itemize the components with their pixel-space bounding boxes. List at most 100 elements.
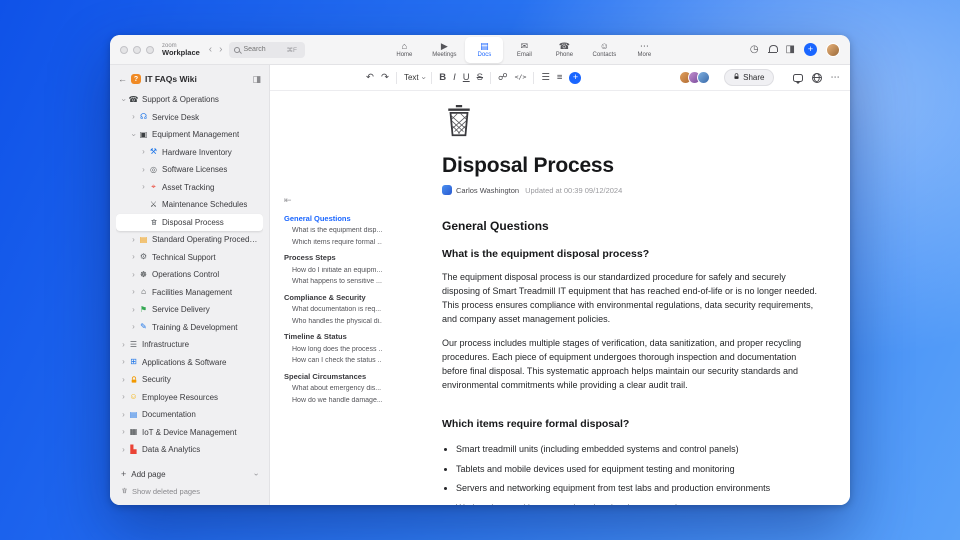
sidebar-item-iot-device-management[interactable]: › ▦ IoT & Device Management (116, 424, 263, 442)
sidebar-item-asset-tracking[interactable]: › ⌖ Asset Tracking (116, 179, 263, 197)
chevron-right-icon[interactable]: › (129, 288, 138, 296)
add-page-button[interactable]: + Add page › (116, 465, 263, 483)
chevron-right-icon[interactable]: › (119, 340, 128, 349)
history-icon[interactable]: ◷ (750, 44, 759, 55)
bold-button[interactable]: B (439, 73, 446, 83)
section-heading[interactable]: General Questions (442, 219, 820, 233)
outline-collapse-icon[interactable]: ⇤ (284, 195, 382, 206)
outline-compliance-security[interactable]: Compliance & Security (284, 293, 382, 302)
sidebar-item-service-desk[interactable]: › ☊ Service Desk (116, 109, 263, 127)
italic-button[interactable]: I (453, 73, 456, 83)
nav-item-meetings[interactable]: ▶ Meetings (425, 37, 463, 63)
outline-how-long-does-the-process[interactable]: How long does the process ... (284, 346, 382, 353)
chevron-right-icon[interactable]: › (129, 323, 138, 331)
chevron-right-icon[interactable]: › (119, 358, 128, 366)
nav-item-email[interactable]: ✉ Email (505, 37, 543, 63)
close-button[interactable] (120, 45, 128, 54)
sidebar-item-standard-operating-procedures[interactable]: › ▤ Standard Operating Procedures (116, 231, 263, 249)
chevron-right-icon[interactable]: › (139, 148, 148, 156)
chevron-right-icon[interactable]: › (119, 393, 128, 401)
outline-special-circumstances[interactable]: Special Circumstances (284, 372, 382, 381)
chevron-down-icon[interactable]: › (130, 130, 139, 139)
paragraph-1[interactable]: The equipment disposal process is our st… (442, 270, 820, 326)
user-avatar[interactable] (826, 42, 840, 57)
question-heading-1[interactable]: What is the equipment disposal process? (442, 248, 820, 260)
back-button[interactable]: ‹ (209, 44, 212, 55)
back-arrow-icon[interactable]: ← (118, 74, 127, 84)
minimize-button[interactable] (133, 45, 141, 54)
outline-how-do-we-handle-damage[interactable]: How do we handle damage... (284, 397, 382, 404)
sidebar-item-service-delivery[interactable]: › ⚑ Service Delivery (116, 301, 263, 319)
chevron-right-icon[interactable]: › (119, 428, 128, 436)
chevron-right-icon[interactable]: › (129, 113, 138, 121)
nav-item-more[interactable]: ⋯ More (625, 37, 663, 63)
sidebar-collapse-icon[interactable]: ◨ (252, 74, 261, 85)
sidebar-item-maintenance-schedules[interactable]: ⚔ Maintenance Schedules (116, 196, 263, 214)
chevron-right-icon[interactable]: › (139, 183, 148, 191)
sidebar-item-support-operations[interactable]: › ☎ Support & Operations (116, 91, 263, 109)
strikethrough-button[interactable]: S (477, 73, 483, 83)
document-trash-emoji-icon[interactable] (444, 103, 820, 142)
sidebar-item-disposal-process[interactable]: Disposal Process (116, 213, 263, 231)
insert-button[interactable]: + (569, 71, 582, 84)
sidebar-item-employee-resources[interactable]: › ☺ Employee Resources (116, 389, 263, 407)
question-heading-2[interactable]: Which items require formal disposal? (442, 418, 820, 430)
outline-what-documentation-is-req[interactable]: What documentation is req... (284, 306, 382, 313)
outline-what-happens-to-sensitive[interactable]: What happens to sensitive ... (284, 278, 382, 285)
bullet-list-icon[interactable]: ☰ (541, 73, 550, 83)
sidebar-item-operations-control[interactable]: › ☸ Operations Control (116, 266, 263, 284)
outline-which-items-require-formal[interactable]: Which items require formal ... (284, 239, 382, 246)
maximize-button[interactable] (146, 45, 154, 54)
chevron-right-icon[interactable]: › (119, 410, 128, 419)
sidebar-item-applications-software[interactable]: › ⊞ Applications & Software (116, 354, 263, 372)
sidebar-item-facilities-management[interactable]: › ⌂ Facilities Management (116, 284, 263, 302)
nav-item-home[interactable]: ⌂ Home (385, 37, 423, 63)
outline-general-questions[interactable]: General Questions (284, 214, 382, 223)
show-deleted-pages-button[interactable]: Show deleted pages (116, 483, 263, 499)
chevron-right-icon[interactable]: › (129, 305, 138, 314)
sidebar-item-training-development[interactable]: › ✎ Training & Development (116, 319, 263, 337)
sidebar-item-infrastructure[interactable]: › ☰ Infrastructure (116, 336, 263, 354)
sidebar-item-technical-support[interactable]: › ⚙ Technical Support (116, 249, 263, 267)
outline-timeline-status[interactable]: Timeline & Status (284, 332, 382, 341)
chevron-right-icon[interactable]: › (129, 253, 138, 261)
share-button[interactable]: Share (724, 69, 774, 86)
sidebar-item-data-analytics[interactable]: › ▙ Data & Analytics (116, 441, 263, 459)
outline-who-handles-the-physical-di[interactable]: Who handles the physical di... (284, 318, 382, 325)
chevron-right-icon[interactable]: › (139, 165, 148, 174)
search-input[interactable] (243, 46, 284, 53)
undo-button[interactable]: ↶ (366, 73, 374, 83)
chevron-right-icon[interactable]: › (119, 375, 128, 384)
sidebar-item-documentation[interactable]: › ▤ Documentation (116, 406, 263, 424)
notifications-bell-icon[interactable] (767, 45, 778, 54)
chevron-right-icon[interactable]: › (129, 235, 138, 244)
create-new-button[interactable]: + (804, 43, 817, 56)
outline-how-can-i-check-the-status[interactable]: How can I check the status ... (284, 357, 382, 364)
paragraph-2[interactable]: Our process includes multiple stages of … (442, 336, 820, 392)
outline-process-steps[interactable]: Process Steps (284, 253, 382, 262)
text-style-dropdown[interactable]: Text › (404, 73, 428, 82)
panel-toggle-icon[interactable]: ◨ (786, 44, 795, 55)
sidebar-item-software-licenses[interactable]: › ◎ Software Licenses (116, 161, 263, 179)
chevron-right-icon[interactable]: › (129, 270, 138, 279)
nav-item-contacts[interactable]: ☺ Contacts (585, 37, 623, 63)
code-icon[interactable]: </> (515, 74, 527, 81)
comment-icon[interactable] (792, 73, 803, 84)
outline-what-is-the-equipment-disp[interactable]: What is the equipment disp... (284, 227, 382, 234)
more-options-icon[interactable]: ⋯ (831, 73, 841, 83)
link-icon[interactable]: ☍ (498, 73, 508, 83)
sidebar-item-equipment-management[interactable]: › ▣ Equipment Management (116, 126, 263, 144)
align-icon[interactable]: ≡ (557, 73, 563, 83)
redo-button[interactable]: ↷ (381, 73, 389, 83)
chevron-right-icon[interactable]: › (119, 445, 128, 454)
global-search[interactable]: ⌘F (229, 41, 306, 58)
language-globe-icon[interactable] (811, 72, 822, 83)
sidebar-item-hardware-inventory[interactable]: › ⚒ Hardware Inventory (116, 144, 263, 162)
outline-how-do-i-initiate-an-equipm[interactable]: How do I initiate an equipm... (284, 267, 382, 274)
sidebar-item-security[interactable]: › Security (116, 371, 263, 389)
outline-what-about-emergency-dis[interactable]: What about emergency dis... (284, 385, 382, 392)
underline-button[interactable]: U (463, 73, 470, 83)
chevron-down-icon[interactable]: › (120, 95, 129, 104)
nav-item-docs[interactable]: ▤ Docs (465, 37, 504, 63)
nav-item-phone[interactable]: ☎ Phone (545, 37, 583, 63)
